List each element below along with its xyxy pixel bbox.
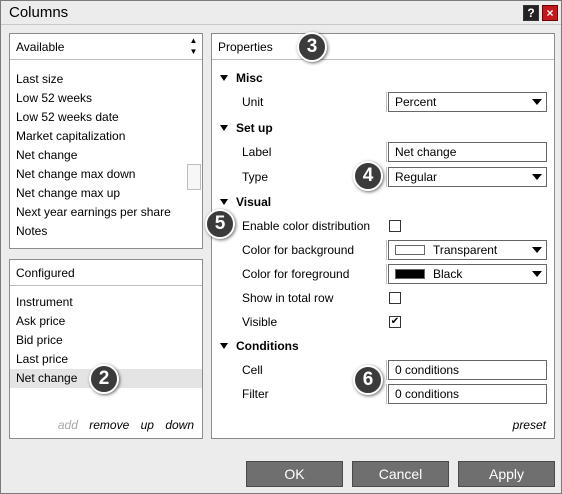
property-label: Show in total row bbox=[242, 291, 334, 305]
column-divider bbox=[386, 240, 387, 260]
chevron-down-icon bbox=[532, 271, 542, 277]
property-label: Cell bbox=[242, 363, 263, 377]
color-distribution-checkbox[interactable] bbox=[389, 220, 401, 232]
property-label-row: Label Net change bbox=[212, 140, 548, 164]
available-panel: Available ▲ ▼ Last size Low 52 weeks Low… bbox=[9, 33, 203, 249]
column-divider bbox=[386, 384, 387, 404]
filter-conditions-field[interactable]: 0 conditions bbox=[388, 384, 547, 404]
dropdown-value: Black bbox=[433, 267, 463, 281]
list-item[interactable]: Net change max up bbox=[10, 184, 202, 203]
checkmark-icon: ✔ bbox=[390, 316, 400, 327]
section-label: Conditions bbox=[236, 339, 299, 353]
remove-link[interactable]: remove bbox=[89, 418, 129, 432]
columns-dialog: Columns ? × Available ▲ ▼ Last size Low … bbox=[0, 0, 562, 494]
show-total-checkbox[interactable] bbox=[389, 292, 401, 304]
section-label: Set up bbox=[236, 121, 273, 135]
list-item[interactable]: Next year earnings per share bbox=[10, 203, 202, 222]
callout-badge: 4 bbox=[353, 161, 383, 191]
list-item[interactable]: Bid price bbox=[10, 331, 202, 350]
cell-conditions-field[interactable]: 0 conditions bbox=[388, 360, 547, 380]
section-conditions[interactable]: Conditions bbox=[212, 334, 548, 358]
property-visible: Visible ✔ bbox=[212, 310, 548, 334]
property-label: Color for background bbox=[242, 243, 355, 257]
chevron-down-icon bbox=[532, 247, 542, 253]
configured-actions: add remove up down bbox=[50, 418, 194, 432]
title-bar[interactable]: Columns ? × bbox=[1, 1, 561, 25]
column-divider bbox=[386, 264, 387, 284]
properties-header: Properties bbox=[212, 34, 554, 60]
callout-badge: 2 bbox=[89, 364, 119, 394]
color-swatch bbox=[395, 269, 425, 279]
collapse-triangle-icon[interactable] bbox=[220, 125, 228, 131]
property-label: Type bbox=[242, 170, 269, 184]
available-header: Available bbox=[10, 34, 202, 60]
property-color-foreground: Color for foreground Black bbox=[212, 262, 548, 286]
column-divider bbox=[386, 92, 387, 112]
list-item[interactable]: Net change bbox=[10, 146, 202, 165]
label-input[interactable]: Net change bbox=[388, 142, 547, 162]
property-label: Visible bbox=[242, 315, 278, 329]
property-color-background: Color for background Transparent bbox=[212, 238, 548, 262]
color-swatch bbox=[395, 245, 425, 255]
collapse-triangle-icon[interactable] bbox=[220, 75, 228, 81]
preset-link[interactable]: preset bbox=[513, 418, 546, 432]
list-item[interactable]: Market capitalization bbox=[10, 127, 202, 146]
ok-button[interactable]: OK bbox=[246, 461, 343, 487]
list-item[interactable]: Low 52 weeks date bbox=[10, 108, 202, 127]
property-label: Unit bbox=[242, 95, 264, 109]
column-divider bbox=[386, 360, 387, 380]
list-item[interactable]: Last size bbox=[10, 70, 202, 89]
collapse-triangle-icon[interactable] bbox=[220, 199, 228, 205]
chevron-down-icon bbox=[532, 99, 542, 105]
callout-badge: 3 bbox=[297, 32, 327, 62]
add-link[interactable]: add bbox=[58, 418, 78, 432]
foreground-color-dropdown[interactable]: Black bbox=[388, 264, 547, 284]
section-label: Visual bbox=[236, 195, 272, 209]
dropdown-value: Transparent bbox=[433, 243, 498, 257]
list-item[interactable]: Net change max down bbox=[10, 165, 202, 184]
dropdown-value: Regular bbox=[395, 170, 438, 184]
column-divider bbox=[386, 142, 387, 162]
cancel-button[interactable]: Cancel bbox=[352, 461, 449, 487]
property-label: Color for foreground bbox=[242, 267, 350, 281]
section-misc[interactable]: Misc bbox=[212, 66, 548, 90]
visible-checkbox[interactable]: ✔ bbox=[389, 316, 401, 328]
unit-dropdown[interactable]: Percent bbox=[388, 92, 547, 112]
dropdown-value: Percent bbox=[395, 95, 437, 109]
section-visual[interactable]: Visual bbox=[212, 190, 548, 214]
scroll-up-icon[interactable]: ▲ bbox=[189, 37, 198, 45]
help-button[interactable]: ? bbox=[523, 5, 539, 21]
list-item[interactable]: Instrument bbox=[10, 293, 202, 312]
callout-badge: 6 bbox=[353, 365, 383, 395]
window-title: Columns bbox=[9, 4, 69, 21]
available-list: Last size Low 52 weeks Low 52 weeks date… bbox=[10, 70, 202, 241]
collapse-triangle-icon[interactable] bbox=[220, 343, 228, 349]
apply-button[interactable]: Apply bbox=[458, 461, 555, 487]
property-color-distribution: Enable color distribution bbox=[212, 214, 548, 238]
background-color-dropdown[interactable]: Transparent bbox=[388, 240, 547, 260]
chevron-down-icon bbox=[532, 174, 542, 180]
property-unit: Unit Percent bbox=[212, 90, 548, 114]
up-link[interactable]: up bbox=[141, 418, 154, 432]
callout-badge: 5 bbox=[205, 209, 235, 239]
down-link[interactable]: down bbox=[165, 418, 194, 432]
close-button[interactable]: × bbox=[542, 5, 558, 21]
scroll-down-icon[interactable]: ▼ bbox=[189, 48, 198, 56]
type-dropdown[interactable]: Regular bbox=[388, 167, 547, 187]
configured-panel: Configured Instrument Ask price Bid pric… bbox=[9, 259, 203, 439]
properties-panel: Properties Misc Unit Percent Set up Labe… bbox=[211, 33, 555, 439]
section-label: Misc bbox=[236, 71, 263, 85]
property-label: Label bbox=[242, 145, 272, 159]
property-label: Filter bbox=[242, 387, 269, 401]
section-setup[interactable]: Set up bbox=[212, 116, 548, 140]
configured-header: Configured bbox=[10, 260, 202, 286]
property-label: Enable color distribution bbox=[242, 219, 371, 233]
column-divider bbox=[386, 167, 387, 187]
list-item[interactable]: Ask price bbox=[10, 312, 202, 331]
list-item[interactable]: Low 52 weeks bbox=[10, 89, 202, 108]
list-item[interactable]: Notes bbox=[10, 222, 202, 241]
property-show-total: Show in total row bbox=[212, 286, 548, 310]
